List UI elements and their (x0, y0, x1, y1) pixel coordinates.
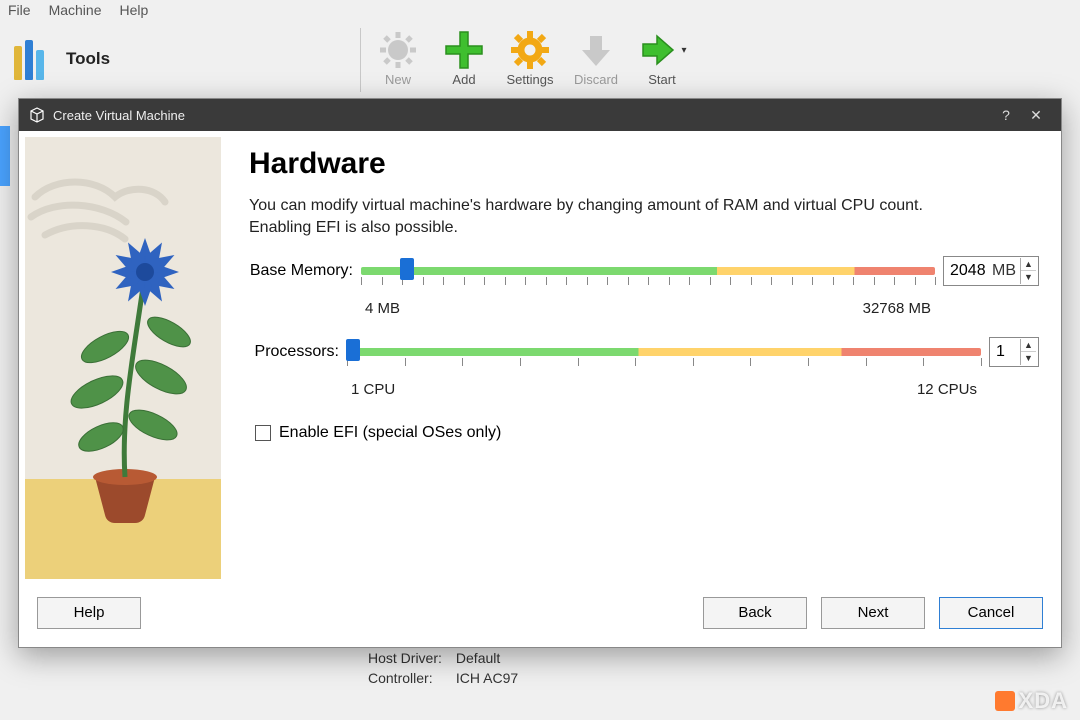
base-memory-slider[interactable] (361, 267, 935, 275)
main-menubar: File Machine Help (0, 0, 1080, 22)
processors-spinbox[interactable]: 1 ▲▼ (989, 337, 1039, 367)
dialog-help-icon[interactable]: ? (991, 107, 1021, 123)
host-driver-value: Default (450, 649, 524, 667)
start-arrow-icon (637, 30, 677, 70)
toolbar-add-button[interactable]: Add (433, 28, 495, 87)
cancel-button[interactable]: Cancel (939, 597, 1043, 629)
processors-label: Processors: (249, 343, 339, 361)
watermark: XDA (995, 688, 1068, 714)
dialog-close-icon[interactable]: ✕ (1021, 107, 1051, 124)
page-heading: Hardware (249, 147, 1039, 181)
menu-machine[interactable]: Machine (49, 2, 102, 20)
menu-file[interactable]: File (8, 2, 31, 20)
base-memory-max: 32768 MB (863, 300, 931, 317)
page-description: You can modify virtual machine's hardwar… (249, 195, 969, 238)
host-driver-label: Host Driver: (362, 649, 448, 667)
toolbar-separator (360, 28, 361, 92)
next-button[interactable]: Next (821, 597, 925, 629)
base-memory-label: Base Memory: (249, 262, 353, 280)
tools-icon (14, 38, 56, 80)
spin-down-icon[interactable]: ▼ (1021, 352, 1036, 365)
menu-help[interactable]: Help (119, 2, 148, 20)
back-button[interactable]: Back (703, 597, 807, 629)
spin-up-icon[interactable]: ▲ (1021, 339, 1036, 352)
toolbar-start-button[interactable]: ▾ Start (631, 28, 693, 87)
controller-value: ICH AC97 (450, 669, 524, 687)
tools-pane[interactable]: Tools (14, 28, 354, 80)
help-button[interactable]: Help (37, 597, 141, 629)
toolbar-discard-button[interactable]: Discard (565, 28, 627, 87)
spin-down-icon[interactable]: ▼ (1021, 271, 1036, 284)
dialog-titlebar[interactable]: Create Virtual Machine ? ✕ (19, 99, 1061, 131)
dialog-title: Create Virtual Machine (53, 108, 185, 123)
cube-icon (29, 107, 45, 123)
base-memory-min: 4 MB (365, 300, 400, 317)
create-vm-dialog: Create Virtual Machine ? ✕ (18, 98, 1062, 648)
toolbar-settings-button[interactable]: Settings (499, 28, 561, 87)
dialog-buttonbar: Help Back Next Cancel (19, 583, 1061, 641)
spin-up-icon[interactable]: ▲ (1021, 258, 1036, 271)
plus-icon (442, 28, 486, 72)
processors-max: 12 CPUs (917, 381, 977, 398)
processors-thumb[interactable] (346, 339, 360, 361)
gear-icon (509, 29, 551, 71)
dropdown-caret-icon: ▾ (681, 45, 686, 56)
checkbox-icon[interactable] (255, 425, 271, 441)
base-memory-thumb[interactable] (400, 258, 414, 280)
wizard-illustration (25, 137, 221, 579)
main-toolbar: Tools New Add Settings Discard ▾ Start (0, 22, 1080, 98)
controller-label: Controller: (362, 669, 448, 687)
processors-slider[interactable] (347, 348, 981, 356)
processors-min: 1 CPU (351, 381, 395, 398)
base-memory-spinbox[interactable]: 2048 MB ▲▼ (943, 256, 1039, 286)
down-arrow-icon (576, 30, 616, 70)
sun-icon (378, 30, 418, 70)
enable-efi-checkbox[interactable]: Enable EFI (special OSes only) (255, 424, 1039, 442)
sidebar-selection (0, 126, 10, 186)
toolbar-new-button[interactable]: New (367, 28, 429, 87)
tools-label: Tools (66, 49, 110, 69)
